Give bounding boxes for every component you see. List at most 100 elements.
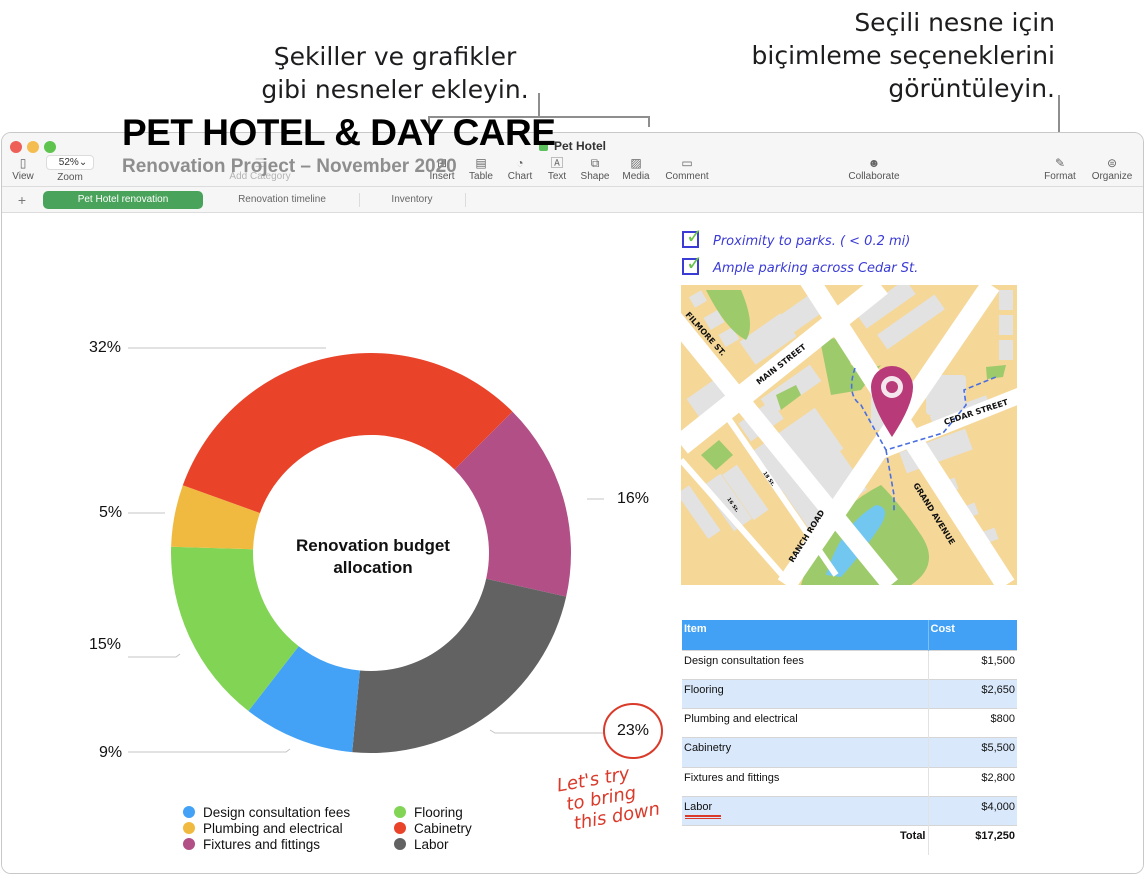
callout-bracket-right xyxy=(648,116,650,127)
comment-icon: ▭ xyxy=(681,156,693,170)
chart-legend: Design consultation fees Plumbing and el… xyxy=(183,805,350,853)
tab-renovation-timeline[interactable]: Renovation timeline xyxy=(207,191,357,209)
cell-item[interactable]: Flooring xyxy=(682,678,928,709)
window-title-text: Pet Hotel xyxy=(553,139,606,153)
add-sheet-button[interactable]: + xyxy=(14,191,30,209)
handwritten-checklist[interactable]: ✓ Proximity to parks. ( < 0.2 mi) ✓ Ample … xyxy=(682,224,919,282)
cell-cost[interactable]: $5,500 xyxy=(927,737,1017,768)
legend-item: Fixtures and fittings xyxy=(183,837,350,853)
organize-button[interactable]: ⊜ Organize xyxy=(1090,155,1134,182)
legend-item: Design consultation fees xyxy=(183,805,350,821)
legend-swatch xyxy=(183,838,195,850)
cell-cost[interactable]: $1,500 xyxy=(927,649,1017,680)
table-header-row: Item Cost xyxy=(682,620,1017,650)
media-button[interactable]: ▨ Media xyxy=(620,155,652,182)
column-header-cost[interactable]: Cost xyxy=(927,620,1017,650)
cell-item[interactable]: Fixtures and fittings xyxy=(682,766,928,797)
legend-swatch xyxy=(394,838,406,850)
legend-label: Flooring xyxy=(414,805,463,820)
cell-item[interactable]: Design consultation fees xyxy=(682,649,928,680)
legend-label: Labor xyxy=(414,837,449,852)
sidebar-icon: ▯ xyxy=(19,156,27,170)
legend-swatch xyxy=(183,822,195,834)
zoom-value: 52% xyxy=(58,157,79,168)
shape-icon: ⧉ xyxy=(590,156,600,170)
neighborhood-map[interactable]: FILMORE ST. MAIN STREET CEDAR STREET GRA… xyxy=(681,285,1017,585)
collaborate-button[interactable]: ☻ Collaborate xyxy=(844,155,904,182)
tab-divider xyxy=(359,193,360,207)
chart-icon: ◔ xyxy=(516,156,524,170)
callout-line: gibi nesneler ekleyin. xyxy=(261,75,529,104)
cell-cost[interactable]: $800 xyxy=(927,708,1017,738)
text-button[interactable]: 🄰 Text xyxy=(543,155,571,182)
table-row: Fixtures and fittings $2,800 xyxy=(682,766,1017,797)
data-label-plumbing: 5% xyxy=(99,504,123,521)
photo-icon: ▨ xyxy=(630,156,642,170)
chart-button[interactable]: ◔ Chart xyxy=(505,155,535,182)
legend-item: Flooring xyxy=(394,805,472,821)
comment-button[interactable]: ▭ Comment xyxy=(663,155,711,182)
chart-legend: Flooring Cabinetry Labor xyxy=(394,805,472,853)
comment-label: Comment xyxy=(665,171,709,182)
checklist-item: ✓ Ample parking across Cedar St. xyxy=(682,251,919,282)
tab-pet-hotel-renovation[interactable]: Pet Hotel renovation xyxy=(43,191,203,209)
cell-item[interactable]: Cabinetry xyxy=(682,737,928,768)
collaborate-icon: ☻ xyxy=(867,156,881,170)
cell-total-label[interactable]: Total xyxy=(682,825,928,856)
text-label: Text xyxy=(547,171,567,182)
legend-item: Labor xyxy=(394,837,472,853)
table-row: Design consultation fees $1,500 xyxy=(682,649,1017,680)
checklist-text: Ample parking across Cedar St. xyxy=(713,261,919,276)
checklist-item: ✓ Proximity to parks. ( < 0.2 mi) xyxy=(682,224,918,255)
zoom-select[interactable]: 52%⌄ xyxy=(45,155,95,170)
data-label-labor: 23% xyxy=(617,722,650,739)
legend-swatch xyxy=(394,806,406,818)
zoom-label: Zoom xyxy=(57,172,83,183)
chevron-down-icon: ⌄ xyxy=(78,157,88,168)
callout-line: Şekiller ve grafikler xyxy=(273,42,517,71)
cell-cost[interactable]: $4,000 xyxy=(927,795,1017,826)
tab-inventory[interactable]: Inventory xyxy=(362,191,462,209)
cell-item[interactable]: Labor xyxy=(682,795,928,826)
organize-icon: ⊜ xyxy=(1106,156,1118,170)
format-button[interactable]: ✎ Format xyxy=(1042,155,1078,182)
format-label: Format xyxy=(1044,171,1076,182)
legend-item: Plumbing and electrical xyxy=(183,821,350,837)
budget-table[interactable]: Item Cost Design consultation fees $1,500… xyxy=(682,620,1017,856)
shape-label: Shape xyxy=(580,171,610,182)
callout-format-options: Seçili nesne için biçimleme seçeneklerin… xyxy=(720,6,1055,105)
data-label-cabinetry: 32% xyxy=(89,339,122,356)
sheet-tabs: + Pet Hotel renovation Renovation timeli… xyxy=(2,187,1143,213)
shape-button[interactable]: ⧉ Shape xyxy=(578,155,612,182)
table-row: Cabinetry $5,500 xyxy=(682,737,1017,768)
data-label-design: 9% xyxy=(99,744,123,761)
zoom-control[interactable]: 52%⌄ Zoom xyxy=(44,155,96,183)
cell-item-text: Labor xyxy=(684,800,713,813)
chart-label: Chart xyxy=(507,171,533,182)
document-subtitle[interactable]: Renovation Project – November 2020 xyxy=(122,156,457,178)
legend-label: Plumbing and electrical xyxy=(203,821,343,836)
checkbox-checked-icon: ✓ xyxy=(682,224,703,248)
cell-cost[interactable]: $2,800 xyxy=(927,766,1017,797)
cell-cost[interactable]: $2,650 xyxy=(927,678,1017,709)
table-icon: ▤ xyxy=(475,156,487,170)
organize-label: Organize xyxy=(1091,171,1133,182)
legend-label: Fixtures and fittings xyxy=(203,837,321,852)
table-row: Flooring $2,650 xyxy=(682,678,1017,709)
cell-item[interactable]: Plumbing and electrical xyxy=(682,708,928,738)
table-total-row: Total $17,250 xyxy=(682,825,1017,856)
table-row: Labor $4,000 xyxy=(682,795,1017,826)
view-button[interactable]: ▯ View xyxy=(8,155,38,182)
callout-line: biçimleme seçeneklerini xyxy=(751,41,1055,70)
cell-total-value[interactable]: $17,250 xyxy=(927,825,1017,856)
table-button[interactable]: ▤ Table xyxy=(466,155,496,182)
column-header-item[interactable]: Item xyxy=(682,620,928,650)
document-title[interactable]: PET HOTEL & DAY CARE xyxy=(122,112,556,154)
tab-divider xyxy=(465,193,466,207)
callout-insert-objects: Şekiller ve grafikler gibi nesneler ekle… xyxy=(250,40,540,106)
legend-swatch xyxy=(183,806,195,818)
media-label: Media xyxy=(622,171,650,182)
legend-label: Design consultation fees xyxy=(203,805,351,820)
data-label-fixtures: 16% xyxy=(617,490,650,507)
collaborate-label: Collaborate xyxy=(848,171,900,182)
